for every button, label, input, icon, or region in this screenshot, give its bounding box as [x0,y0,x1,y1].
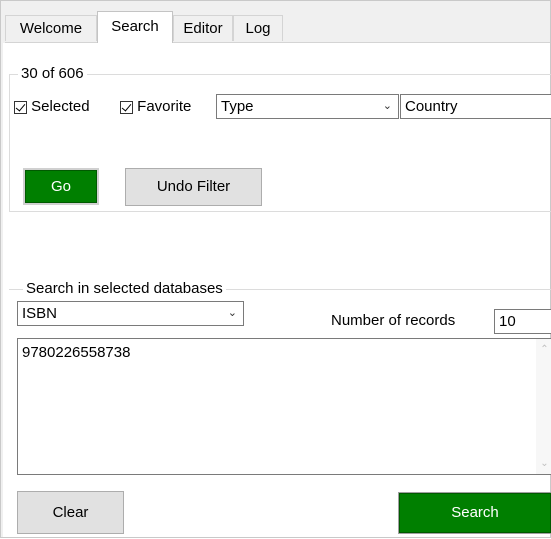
query-text: 9780226558738 [22,344,131,361]
country-field[interactable]: Country [400,94,551,119]
favorite-label: Favorite [137,98,192,115]
tab-welcome[interactable]: Welcome [5,15,97,41]
search-button[interactable]: Search [399,493,551,533]
search-field-value: ISBN [22,305,58,322]
records-input[interactable]: 10 [494,309,551,334]
tab-search[interactable]: Search [97,11,173,43]
search-button-label: Search [451,504,499,521]
scroll-down-arrow-icon[interactable]: ⌄ [536,455,551,472]
go-button[interactable]: Go [25,170,97,203]
tab-editor[interactable]: Editor [173,15,233,41]
window: Welcome Search Editor Log 30 of 606 Sele… [0,0,551,538]
filter-group: 30 of 606 Selected Favorite Type ⌄ Count… [9,65,551,212]
tab-search-label: Search [111,18,159,35]
tab-editor-label: Editor [183,20,223,37]
records-value: 10 [499,313,516,330]
chevron-down-icon: ⌄ [227,307,237,319]
selected-label: Selected [31,98,90,115]
records-label: Number of records [331,312,456,329]
search-tab-panel: 30 of 606 Selected Favorite Type ⌄ Count… [3,43,551,537]
search-field-dropdown[interactable]: ISBN ⌄ [17,301,244,326]
tab-welcome-label: Welcome [19,20,83,37]
undo-filter-button[interactable]: Undo Filter [125,168,262,206]
country-field-value: Country [405,98,458,115]
go-button-label: Go [50,178,71,195]
clear-button-label: Clear [52,504,89,521]
query-scrollbar[interactable]: ⌃ ⌄ [536,339,551,474]
checkmark-icon [15,100,26,112]
filter-count-label: 30 of 606 [18,65,87,83]
favorite-checkbox[interactable] [120,100,133,114]
tab-log[interactable]: Log [233,15,283,41]
chevron-down-icon: ⌄ [382,100,392,112]
search-group-title: Search in selected databases [23,280,226,298]
clear-button[interactable]: Clear [17,491,124,534]
scroll-up-arrow-icon[interactable]: ⌃ [536,341,551,358]
query-textarea[interactable]: 9780226558738 ⌃ ⌄ [17,338,551,475]
selected-checkbox-row[interactable]: Selected [14,94,90,119]
type-dropdown[interactable]: Type ⌄ [216,94,399,119]
selected-checkbox[interactable] [14,100,27,114]
checkmark-icon [121,100,132,112]
undo-filter-label: Undo Filter [156,178,231,195]
favorite-checkbox-row[interactable]: Favorite [120,94,191,119]
tab-log-label: Log [245,20,271,37]
type-dropdown-value: Type [221,98,254,115]
